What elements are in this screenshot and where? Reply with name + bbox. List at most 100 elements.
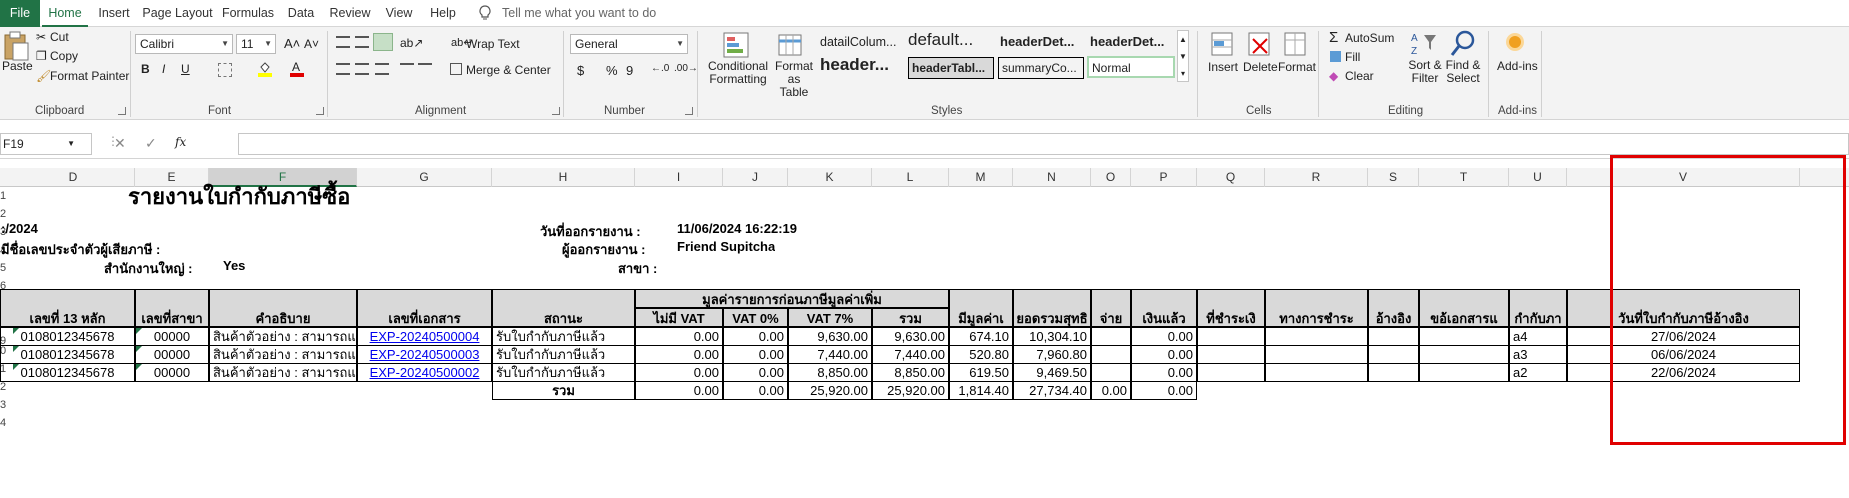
cell-vat7[interactable]: 7,440.00 [788, 345, 872, 364]
column-header-i[interactable]: I [635, 168, 723, 187]
cell-taxinv[interactable]: a3 [1509, 345, 1567, 364]
totals-total[interactable]: 25,920.00 [872, 381, 949, 400]
style-datail-column[interactable]: datailColum... [817, 32, 903, 54]
align-top-icon[interactable] [336, 36, 350, 48]
column-header-t[interactable]: T [1419, 168, 1509, 187]
merge-center-button[interactable]: Merge & Center [466, 63, 551, 77]
tab-help[interactable]: Help [424, 0, 462, 27]
error-indicator-icon[interactable] [13, 328, 19, 334]
column-header-s[interactable]: S [1368, 168, 1419, 187]
column-header-q[interactable]: Q [1197, 168, 1265, 187]
orientation-icon[interactable]: ab↗ [400, 36, 423, 50]
cancel-icon[interactable]: ✕ [114, 135, 126, 152]
row-header[interactable]: 3 [0, 399, 12, 411]
cell-vat7[interactable]: 8,850.00 [788, 363, 872, 382]
cell-refdoc[interactable] [1419, 363, 1509, 382]
cell-refdoc[interactable] [1419, 345, 1509, 364]
paste-button[interactable]: Paste [2, 59, 33, 73]
row-header[interactable]: 2 [0, 208, 12, 220]
column-header-m[interactable]: M [949, 168, 1013, 187]
paste-icon[interactable] [2, 31, 30, 61]
style-header-table[interactable]: headerTabl... [908, 57, 994, 79]
cell-branch[interactable]: 00000 [135, 363, 209, 382]
totals-grand[interactable]: 27,734.40 [1013, 381, 1091, 400]
fill-button[interactable]: Fill [1345, 50, 1360, 64]
column-header-n[interactable]: N [1013, 168, 1091, 187]
cell-tax13[interactable]: 0108012345678 [0, 363, 135, 382]
increase-indent-icon[interactable] [418, 63, 432, 75]
cell-vdate[interactable]: 22/06/2024 [1567, 363, 1800, 382]
row-header[interactable]: 4 [0, 417, 12, 429]
cell-vdate[interactable]: 06/06/2024 [1567, 345, 1800, 364]
find-select-button[interactable]: Find & Select [1443, 59, 1483, 85]
clipboard-launcher[interactable] [118, 107, 126, 115]
cell-grand[interactable]: 10,304.10 [1013, 327, 1091, 346]
currency-button[interactable]: $ [577, 63, 584, 78]
bold-button[interactable]: B [141, 62, 150, 76]
cell-pay[interactable] [1091, 327, 1131, 346]
cell-desc[interactable]: สินค้าตัวอย่าง : สามารถแก [209, 345, 357, 364]
tab-view[interactable]: View [379, 0, 419, 27]
cell-pay[interactable] [1091, 363, 1131, 382]
format-as-table-button[interactable]: Format as Table [773, 60, 815, 99]
style-header-detail-1[interactable]: headerDet... [997, 32, 1083, 54]
totals-vatamt[interactable]: 1,814.40 [949, 381, 1013, 400]
style-summary-column[interactable]: summaryCo... [998, 57, 1084, 79]
cell-duedate[interactable] [1197, 327, 1265, 346]
style-normal[interactable]: Normal [1087, 56, 1175, 78]
cell-ref[interactable] [1368, 363, 1419, 382]
insert-function-icon[interactable]: fx [175, 135, 186, 149]
cell-pay[interactable] [1091, 345, 1131, 364]
format-painter-button[interactable]: Format Painter [50, 69, 129, 83]
decrease-decimal-icon[interactable]: .00→ [674, 63, 698, 74]
delete-cells-button[interactable]: Delete [1243, 60, 1278, 74]
cell-vdate[interactable]: 27/06/2024 [1567, 327, 1800, 346]
error-indicator-icon[interactable] [136, 364, 142, 370]
column-header-g[interactable]: G [357, 168, 492, 187]
align-right-icon[interactable] [375, 63, 389, 75]
row-header[interactable]: 2 [0, 381, 12, 393]
font-color-icon[interactable]: A [290, 60, 304, 77]
tab-data[interactable]: Data [281, 0, 321, 27]
column-header-p[interactable]: P [1131, 168, 1197, 187]
italic-button[interactable]: I [162, 62, 165, 76]
cell-paid[interactable]: 0.00 [1131, 345, 1197, 364]
copy-button[interactable]: Copy [50, 49, 78, 63]
clear-button[interactable]: Clear [1345, 69, 1374, 83]
cell-status[interactable]: รับใบกำกับภาษีแล้ว [492, 327, 635, 346]
align-center-icon[interactable] [355, 63, 369, 75]
cell-vatamt[interactable]: 619.50 [949, 363, 1013, 382]
totals-vat7[interactable]: 25,920.00 [788, 381, 872, 400]
underline-button[interactable]: U [181, 62, 190, 76]
increase-font-icon[interactable]: A˄ [284, 36, 300, 51]
cell-taxinv[interactable]: a2 [1509, 363, 1567, 382]
column-header-d[interactable]: D [12, 168, 135, 187]
column-header-k[interactable]: K [788, 168, 872, 187]
font-launcher[interactable] [316, 107, 324, 115]
tab-home[interactable]: Home [42, 0, 88, 27]
cell-tax13[interactable]: 0108012345678 [0, 327, 135, 346]
cell-refdoc[interactable] [1419, 327, 1509, 346]
addins-button[interactable]: Add-ins [1497, 59, 1538, 73]
row-header[interactable]: 5 [0, 262, 12, 274]
column-header-l[interactable]: L [872, 168, 949, 187]
error-indicator-icon[interactable] [136, 346, 142, 352]
cell-docno[interactable]: EXP-20240500002 [357, 363, 492, 382]
borders-icon[interactable] [218, 63, 232, 77]
number-format-dropdown[interactable]: General ▼ [570, 34, 688, 54]
cell-duedate[interactable] [1197, 363, 1265, 382]
cell-vat7[interactable]: 9,630.00 [788, 327, 872, 346]
cell-paid[interactable]: 0.00 [1131, 363, 1197, 382]
cell-ref[interactable] [1368, 327, 1419, 346]
conditional-formatting-button[interactable]: Conditional Formatting [705, 60, 771, 86]
cell-paymethod[interactable] [1265, 363, 1368, 382]
cell-novat[interactable]: 0.00 [635, 345, 723, 364]
cell-paymethod[interactable] [1265, 345, 1368, 364]
increase-decimal-icon[interactable]: ←.0 [651, 63, 669, 74]
cell-docno[interactable]: EXP-20240500004 [357, 327, 492, 346]
styles-scroll-icon[interactable]: ▲ ▼ ▾ [1177, 30, 1189, 82]
totals-vat0[interactable]: 0.00 [723, 381, 788, 400]
cut-button[interactable]: Cut [50, 30, 69, 44]
font-size-dropdown[interactable]: 11 ▼ [236, 34, 276, 54]
align-bottom-icon[interactable] [373, 33, 393, 51]
